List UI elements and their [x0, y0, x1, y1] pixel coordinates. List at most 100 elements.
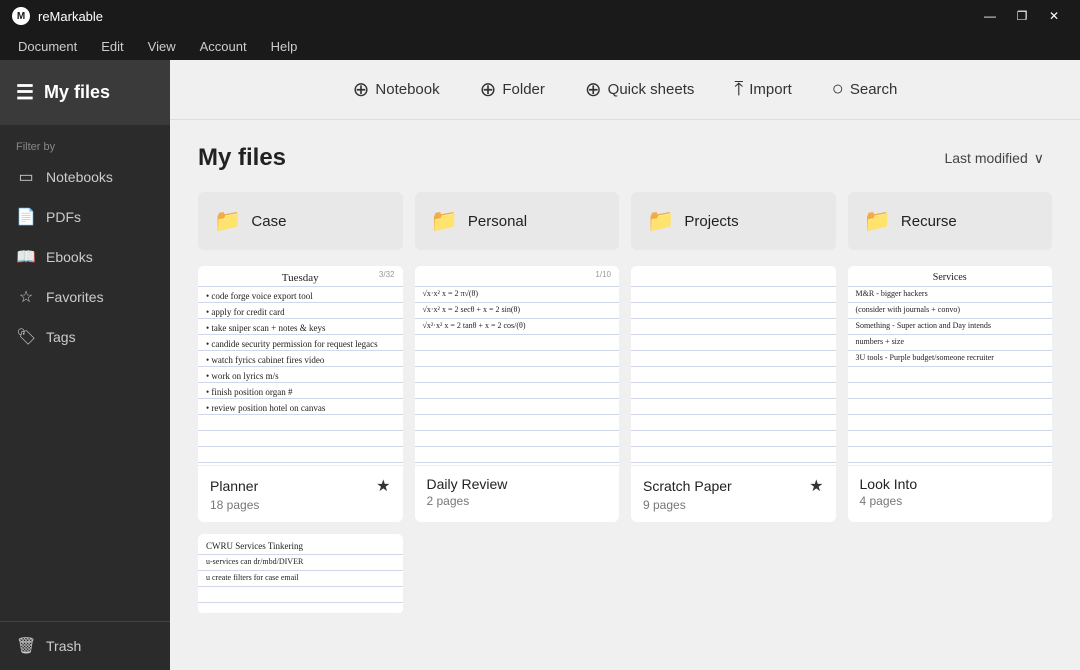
folder-recurse[interactable]: 📁 Recurse [848, 192, 1053, 250]
folder-name-personal: Personal [468, 213, 527, 230]
cwru-notebook: CWRU Services Tinkering u-services can d… [198, 534, 403, 613]
quicksheets-btn-label: Quick sheets [608, 81, 695, 98]
import-icon: ⤒ [734, 78, 743, 101]
folder-name-recurse: Recurse [901, 213, 957, 230]
scratch-paper-name: Scratch Paper [643, 478, 732, 494]
files-grid-row2: CWRU Services Tinkering u-services can d… [198, 534, 1052, 614]
folder-icon: 📁 [864, 208, 891, 234]
myfiles-label: My files [44, 82, 110, 103]
menu-edit[interactable]: Edit [91, 35, 133, 58]
scratch-paper-notebook [631, 266, 836, 465]
toolbar: ⊕ Notebook ⊕ Folder ⊕ Quick sheets ⤒ Imp… [170, 60, 1080, 120]
new-quicksheets-button[interactable]: ⊕ Quick sheets [569, 69, 710, 110]
planner-notebook: 3/32 Tuesday • code forge voice export t… [198, 266, 403, 465]
sidebar-trash[interactable]: 🗑 Trash [0, 621, 170, 670]
folder-icon: 📁 [214, 208, 241, 234]
notebooks-label: Notebooks [46, 169, 113, 185]
new-notebook-button[interactable]: ⊕ Notebook [337, 69, 456, 110]
sidebar: ☰ My files Filter by ▭ Notebooks 📄 PDFs … [0, 60, 170, 670]
planner-text: Tuesday • code forge voice export tool •… [198, 266, 403, 465]
minimize-button[interactable]: — [976, 5, 1004, 27]
menubar: Document Edit View Account Help [0, 32, 1080, 60]
scratch-paper-info: Scratch Paper ★ 9 pages [631, 466, 836, 522]
scratch-paper-preview [631, 266, 836, 466]
sidebar-item-notebooks[interactable]: ▭ Notebooks [0, 157, 170, 197]
file-scratch-paper[interactable]: Scratch Paper ★ 9 pages [631, 266, 836, 522]
myfiles-icon: ☰ [16, 80, 34, 105]
cwru-text: CWRU Services Tinkering u-services can d… [198, 534, 403, 613]
search-button[interactable]: ○ Search [816, 70, 914, 109]
look-into-info: Look Into 4 pages [848, 466, 1053, 518]
favorites-icon: ☆ [16, 287, 36, 307]
sort-label: Last modified [944, 150, 1027, 166]
scratch-paper-star-icon[interactable]: ★ [809, 476, 823, 496]
menu-document[interactable]: Document [8, 35, 87, 58]
planner-pages: 18 pages [210, 498, 391, 512]
tags-label: Tags [46, 329, 76, 345]
file-planner[interactable]: 3/32 Tuesday • code forge voice export t… [198, 266, 403, 522]
pdf-icon: 📄 [16, 207, 36, 227]
look-into-pages: 4 pages [860, 494, 1041, 508]
search-icon: ○ [832, 78, 844, 101]
ebooks-label: Ebooks [46, 249, 93, 265]
import-button[interactable]: ⤒ Import [718, 70, 807, 109]
folder-name-case: Case [251, 213, 286, 230]
look-into-preview: Services M&R - bigger hackers (consider … [848, 266, 1053, 466]
import-btn-label: Import [749, 81, 792, 98]
file-daily-review[interactable]: 1/10 √x·x² x = 2 π√(θ) √x·x² x = 2 secθ … [415, 266, 620, 522]
page-title: My files [198, 144, 286, 172]
menu-account[interactable]: Account [190, 35, 257, 58]
main-area: ⊕ Notebook ⊕ Folder ⊕ Quick sheets ⤒ Imp… [170, 60, 1080, 670]
files-grid: 3/32 Tuesday • code forge voice export t… [198, 266, 1052, 522]
titlebar: M reMarkable — ❐ ✕ [0, 0, 1080, 32]
window-controls: — ❐ ✕ [976, 5, 1068, 27]
planner-star-icon[interactable]: ★ [376, 476, 390, 496]
daily-review-info: Daily Review 2 pages [415, 466, 620, 518]
add-quicksheets-icon: ⊕ [585, 77, 602, 102]
sidebar-item-tags[interactable]: 🏷 Tags [0, 317, 170, 357]
sort-button[interactable]: Last modified ∨ [936, 146, 1052, 171]
favorites-label: Favorites [46, 289, 104, 305]
daily-review-preview: 1/10 √x·x² x = 2 π√(θ) √x·x² x = 2 secθ … [415, 266, 620, 466]
content-area: My files Last modified ∨ 📁 Case 📁 Person… [170, 120, 1080, 670]
folder-projects[interactable]: 📁 Projects [631, 192, 836, 250]
folder-btn-label: Folder [502, 81, 545, 98]
sidebar-myfiles[interactable]: ☰ My files [0, 60, 170, 125]
planner-name: Planner [210, 478, 258, 494]
folder-personal[interactable]: 📁 Personal [415, 192, 620, 250]
daily-review-notebook: 1/10 √x·x² x = 2 π√(θ) √x·x² x = 2 secθ … [415, 266, 620, 465]
look-into-name-row: Look Into [860, 476, 1041, 492]
sidebar-filter-section: Filter by ▭ Notebooks 📄 PDFs 📖 Ebooks ☆ … [0, 125, 170, 621]
daily-review-pages: 2 pages [427, 494, 608, 508]
sidebar-item-favorites[interactable]: ☆ Favorites [0, 277, 170, 317]
app-logo: M [12, 7, 30, 25]
file-cwru[interactable]: CWRU Services Tinkering u-services can d… [198, 534, 403, 614]
filter-label: Filter by [0, 133, 170, 157]
look-into-name: Look Into [860, 476, 918, 492]
folders-grid: 📁 Case 📁 Personal 📁 Projects 📁 Recurse [198, 192, 1052, 250]
app-name: reMarkable [38, 9, 103, 24]
tags-icon: 🏷 [16, 327, 36, 347]
close-button[interactable]: ✕ [1040, 5, 1068, 27]
maximize-button[interactable]: ❐ [1008, 5, 1036, 27]
planner-info: Planner ★ 18 pages [198, 466, 403, 522]
folder-icon: 📁 [647, 208, 674, 234]
daily-review-text: √x·x² x = 2 π√(θ) √x·x² x = 2 secθ + x =… [415, 266, 620, 465]
sidebar-item-pdfs[interactable]: 📄 PDFs [0, 197, 170, 237]
sidebar-item-ebooks[interactable]: 📖 Ebooks [0, 237, 170, 277]
trash-label: Trash [46, 638, 81, 654]
new-folder-button[interactable]: ⊕ Folder [464, 69, 561, 110]
add-folder-icon: ⊕ [480, 77, 497, 102]
menu-view[interactable]: View [138, 35, 186, 58]
trash-icon: 🗑 [16, 636, 36, 656]
planner-name-row: Planner ★ [210, 476, 391, 496]
folder-icon: 📁 [431, 208, 458, 234]
search-btn-label: Search [850, 81, 898, 98]
daily-review-name: Daily Review [427, 476, 508, 492]
add-notebook-icon: ⊕ [353, 77, 370, 102]
app-layout: ☰ My files Filter by ▭ Notebooks 📄 PDFs … [0, 60, 1080, 670]
file-look-into[interactable]: Services M&R - bigger hackers (consider … [848, 266, 1053, 522]
cwru-preview: CWRU Services Tinkering u-services can d… [198, 534, 403, 614]
menu-help[interactable]: Help [261, 35, 308, 58]
folder-case[interactable]: 📁 Case [198, 192, 403, 250]
